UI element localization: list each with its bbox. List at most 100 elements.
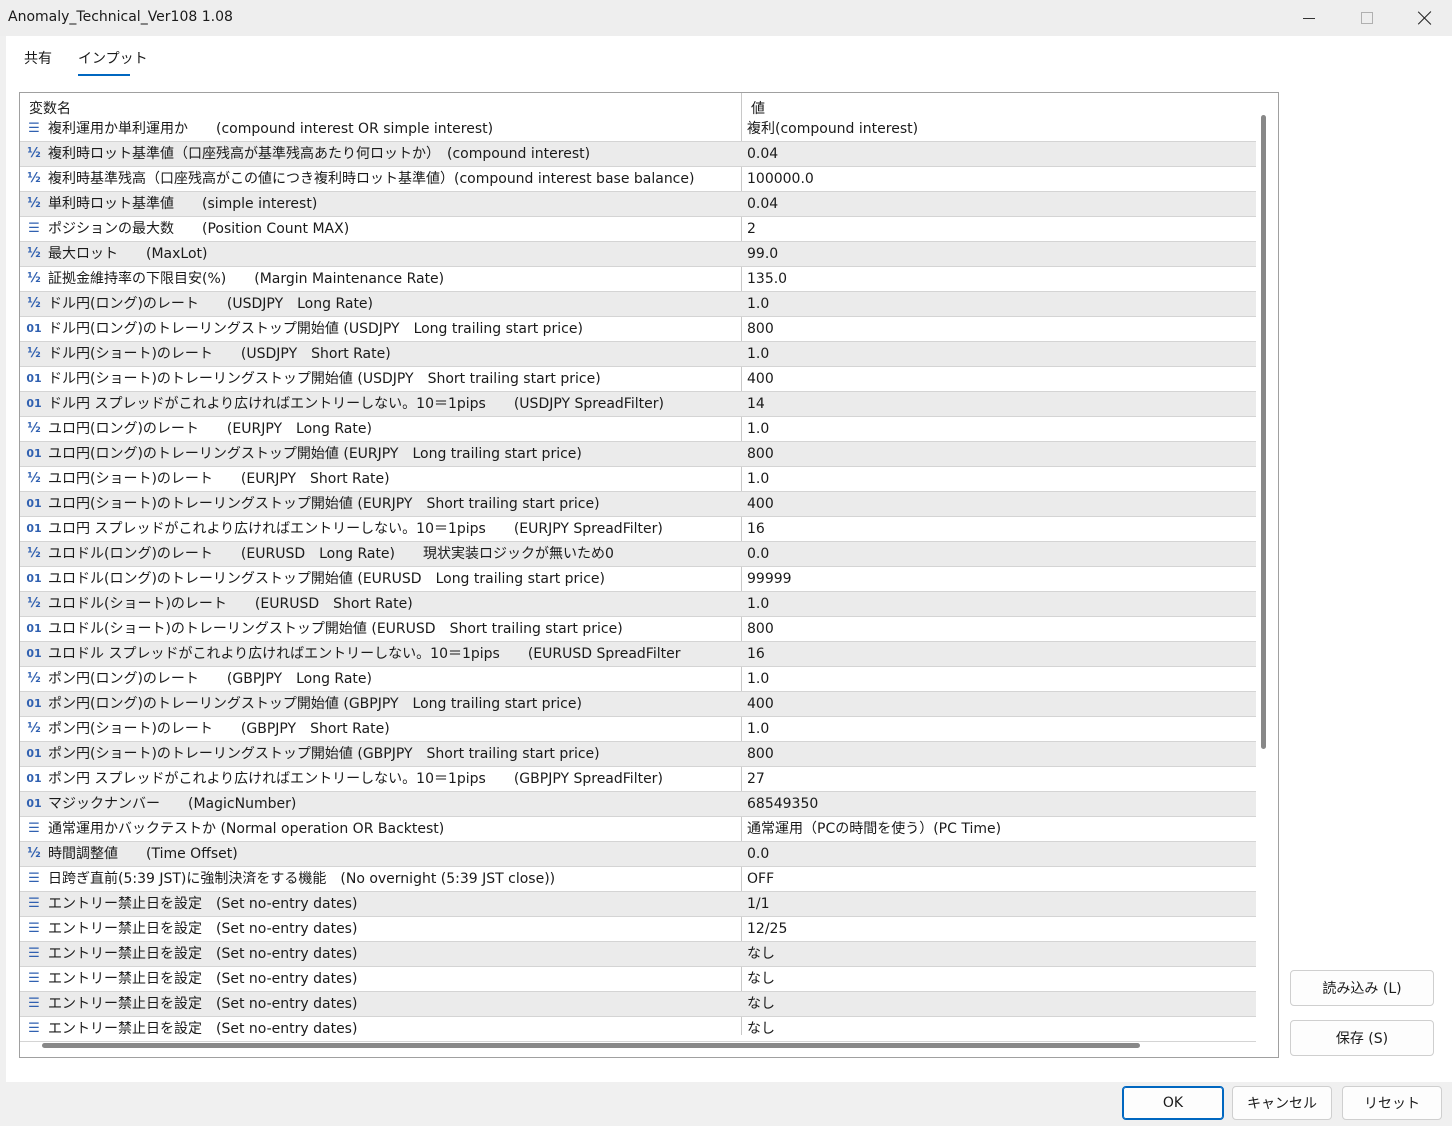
variable-value-cell[interactable]: 800 bbox=[747, 442, 1247, 466]
variable-value-cell[interactable]: 400 bbox=[747, 492, 1247, 516]
variable-value-cell[interactable]: 68549350 bbox=[747, 792, 1247, 816]
variable-name-cell: 01 マジックナンバー (MagicNumber) bbox=[26, 792, 738, 816]
double-type-icon: ½ bbox=[27, 346, 41, 361]
table-row[interactable]: 01 ユロ円(ロング)のトレーリングストップ開始値 (EURJPY Long tr… bbox=[20, 442, 1256, 467]
variable-value-cell[interactable]: なし bbox=[747, 942, 1247, 966]
table-row[interactable]: ☰ エントリー禁止日を設定 (Set no-entry dates) 12/25 bbox=[20, 917, 1256, 942]
variable-value-cell[interactable]: 135.0 bbox=[747, 267, 1247, 291]
table-row[interactable]: 01 マジックナンバー (MagicNumber) 68549350 bbox=[20, 792, 1256, 817]
table-row[interactable]: ½ ドル円(ショート)のレート (USDJPY Short Rate) 1.0 bbox=[20, 342, 1256, 367]
variable-value-cell[interactable]: 1.0 bbox=[747, 717, 1247, 741]
variable-value-cell[interactable]: 99.0 bbox=[747, 242, 1247, 266]
load-button[interactable]: 読み込み (L) bbox=[1290, 970, 1434, 1006]
variable-name-cell: ½ 単利時ロット基準値 (simple interest) bbox=[26, 192, 738, 216]
table-row[interactable]: ½ ユロドル(ショート)のレート (EURUSD Short Rate) 1.0 bbox=[20, 592, 1256, 617]
table-row[interactable]: ☰ 日跨ぎ直前(5:39 JST)に強制決済をする機能 (No overnight… bbox=[20, 867, 1256, 892]
variable-value-cell[interactable]: 1.0 bbox=[747, 667, 1247, 691]
double-type-icon: ½ bbox=[27, 271, 41, 286]
variable-value-cell[interactable]: 100000.0 bbox=[747, 167, 1247, 191]
table-row[interactable]: 01 ドル円 スプレッドがこれより広ければエントリーしない。10＝1pips (U… bbox=[20, 392, 1256, 417]
table-row[interactable]: 01 ユロドル(ショート)のトレーリングストップ開始値 (EURUSD Short… bbox=[20, 617, 1256, 642]
variable-value-cell[interactable]: 27 bbox=[747, 767, 1247, 791]
column-header-value[interactable]: 値 bbox=[751, 98, 765, 118]
variable-value-cell[interactable]: 12/25 bbox=[747, 917, 1247, 941]
variable-name-text: ユロ円(ショート)のトレーリングストップ開始値 (EURJPY Short tr… bbox=[48, 496, 600, 512]
variable-value-cell[interactable]: 通常運用（PCの時間を使う）(PC Time) bbox=[747, 817, 1247, 841]
variable-value-cell[interactable]: 1.0 bbox=[747, 292, 1247, 316]
column-header-name[interactable]: 変数名 bbox=[29, 98, 71, 118]
table-row[interactable]: ☰ エントリー禁止日を設定 (Set no-entry dates) なし bbox=[20, 992, 1256, 1017]
table-row[interactable]: ½ 証拠金維持率の下限目安(%) (Margin Maintenance Rate… bbox=[20, 267, 1256, 292]
table-row[interactable]: 01 ユロドル スプレッドがこれより広ければエントリーしない。10＝1pips (… bbox=[20, 642, 1256, 667]
table-row[interactable]: ½ 最大ロット (MaxLot) 99.0 bbox=[20, 242, 1256, 267]
variable-value-cell[interactable]: 1.0 bbox=[747, 342, 1247, 366]
table-row[interactable]: ½ ポン円(ロング)のレート (GBPJPY Long Rate) 1.0 bbox=[20, 667, 1256, 692]
variable-value-cell[interactable]: 1.0 bbox=[747, 467, 1247, 491]
table-row[interactable]: 01 ドル円(ショート)のトレーリングストップ開始値 (USDJPY Short … bbox=[20, 367, 1256, 392]
variable-value-cell[interactable]: 2 bbox=[747, 217, 1247, 241]
table-row[interactable]: ½ 単利時ロット基準値 (simple interest) 0.04 bbox=[20, 192, 1256, 217]
table-row[interactable]: 01 ユロドル(ロング)のトレーリングストップ開始値 (EURUSD Long t… bbox=[20, 567, 1256, 592]
table-row[interactable]: ½ 複利時基準残高（口座残高がこの値につき複利時ロット基準値）(compound … bbox=[20, 167, 1256, 192]
variable-value-cell[interactable]: 99999 bbox=[747, 567, 1247, 591]
table-row[interactable]: ½ 時間調整値 (Time Offset) 0.0 bbox=[20, 842, 1256, 867]
table-row[interactable]: ☰ エントリー禁止日を設定 (Set no-entry dates) なし bbox=[20, 967, 1256, 992]
variable-value-cell[interactable]: 16 bbox=[747, 642, 1247, 666]
close-button[interactable] bbox=[1396, 0, 1452, 36]
table-row[interactable]: ☰ エントリー禁止日を設定 (Set no-entry dates) 1/1 bbox=[20, 892, 1256, 917]
table-row[interactable]: 01 ユロ円 スプレッドがこれより広ければエントリーしない。10＝1pips (E… bbox=[20, 517, 1256, 542]
table-row[interactable]: ☰ ポジションの最大数 (Position Count MAX) 2 bbox=[20, 217, 1256, 242]
reset-button[interactable]: リセット bbox=[1342, 1086, 1442, 1120]
variable-value-cell[interactable]: 400 bbox=[747, 692, 1247, 716]
variable-value-cell[interactable]: 0.0 bbox=[747, 542, 1247, 566]
variable-value-cell[interactable]: 16 bbox=[747, 517, 1247, 541]
table-row[interactable]: ½ ユロ円(ロング)のレート (EURJPY Long Rate) 1.0 bbox=[20, 417, 1256, 442]
variable-value-cell[interactable]: 1.0 bbox=[747, 592, 1247, 616]
table-row[interactable]: 01 ポン円(ロング)のトレーリングストップ開始値 (GBPJPY Long tr… bbox=[20, 692, 1256, 717]
variable-value-cell[interactable]: 0.04 bbox=[747, 192, 1247, 216]
tab-shared[interactable]: 共有 bbox=[24, 48, 52, 68]
variable-value-cell[interactable]: 複利(compound interest) bbox=[747, 117, 1247, 141]
tab-input[interactable]: インプット bbox=[78, 48, 148, 68]
table-row[interactable]: ½ 複利時ロット基準値（口座残高が基準残高あたり何ロットか） (compound … bbox=[20, 142, 1256, 167]
variable-value-cell[interactable]: 1.0 bbox=[747, 417, 1247, 441]
variable-name-cell: ☰ エントリー禁止日を設定 (Set no-entry dates) bbox=[26, 892, 738, 916]
table-row[interactable]: 01 ポン円 スプレッドがこれより広ければエントリーしない。10＝1pips (G… bbox=[20, 767, 1256, 792]
horizontal-scrollbar[interactable] bbox=[42, 1043, 1140, 1048]
table-row[interactable]: ½ ユロドル(ロング)のレート (EURUSD Long Rate) 現状実装ロジ… bbox=[20, 542, 1256, 567]
minimize-button[interactable] bbox=[1280, 0, 1338, 36]
table-row[interactable]: ½ ポン円(ショート)のレート (GBPJPY Short Rate) 1.0 bbox=[20, 717, 1256, 742]
variable-name-cell: 01 ユロドル(ショート)のトレーリングストップ開始値 (EURUSD Short… bbox=[26, 617, 738, 641]
table-row[interactable]: ½ ドル円(ロング)のレート (USDJPY Long Rate) 1.0 bbox=[20, 292, 1256, 317]
table-row[interactable]: 01 ドル円(ロング)のトレーリングストップ開始値 (USDJPY Long tr… bbox=[20, 317, 1256, 342]
variable-value-cell[interactable]: 800 bbox=[747, 742, 1247, 766]
integer-type-icon: 01 bbox=[26, 747, 42, 760]
table-row[interactable]: ☰ 通常運用かバックテストか (Normal operation OR Backt… bbox=[20, 817, 1256, 842]
inputs-grid[interactable]: 変数名 値 ☰ 複利運用か単利運用か (compound interest OR … bbox=[19, 92, 1279, 1058]
ok-button[interactable]: OK bbox=[1122, 1086, 1224, 1120]
variable-value-cell[interactable]: 0.0 bbox=[747, 842, 1247, 866]
variable-name-cell: ½ 最大ロット (MaxLot) bbox=[26, 242, 738, 266]
table-row[interactable]: 01 ポン円(ショート)のトレーリングストップ開始値 (GBPJPY Short … bbox=[20, 742, 1256, 767]
save-button[interactable]: 保存 (S) bbox=[1290, 1020, 1434, 1056]
variable-value-cell[interactable]: 14 bbox=[747, 392, 1247, 416]
variable-name-cell: 01 ユロ円(ショート)のトレーリングストップ開始値 (EURJPY Short … bbox=[26, 492, 738, 516]
table-row[interactable]: ☰ 複利運用か単利運用か (compound interest OR simple… bbox=[20, 117, 1256, 142]
variable-value-cell[interactable]: 800 bbox=[747, 317, 1247, 341]
table-row[interactable]: ☰ エントリー禁止日を設定 (Set no-entry dates) なし bbox=[20, 942, 1256, 967]
maximize-button[interactable] bbox=[1338, 0, 1396, 36]
cancel-button[interactable]: キャンセル bbox=[1232, 1086, 1332, 1120]
vertical-scrollbar[interactable] bbox=[1261, 115, 1266, 749]
list-enum-icon: ☰ bbox=[28, 946, 40, 961]
table-row[interactable]: ½ ユロ円(ショート)のレート (EURJPY Short Rate) 1.0 bbox=[20, 467, 1256, 492]
table-row[interactable]: ☰ エントリー禁止日を設定 (Set no-entry dates) なし bbox=[20, 1017, 1256, 1042]
variable-value-cell[interactable]: なし bbox=[747, 992, 1247, 1016]
variable-value-cell[interactable]: なし bbox=[747, 967, 1247, 991]
variable-value-cell[interactable]: 1/1 bbox=[747, 892, 1247, 916]
variable-value-cell[interactable]: OFF bbox=[747, 867, 1247, 891]
variable-value-cell[interactable]: 0.04 bbox=[747, 142, 1247, 166]
variable-value-cell[interactable]: 400 bbox=[747, 367, 1247, 391]
table-row[interactable]: 01 ユロ円(ショート)のトレーリングストップ開始値 (EURJPY Short … bbox=[20, 492, 1256, 517]
variable-value-cell[interactable]: 800 bbox=[747, 617, 1247, 641]
variable-value-cell[interactable]: なし bbox=[747, 1017, 1247, 1041]
